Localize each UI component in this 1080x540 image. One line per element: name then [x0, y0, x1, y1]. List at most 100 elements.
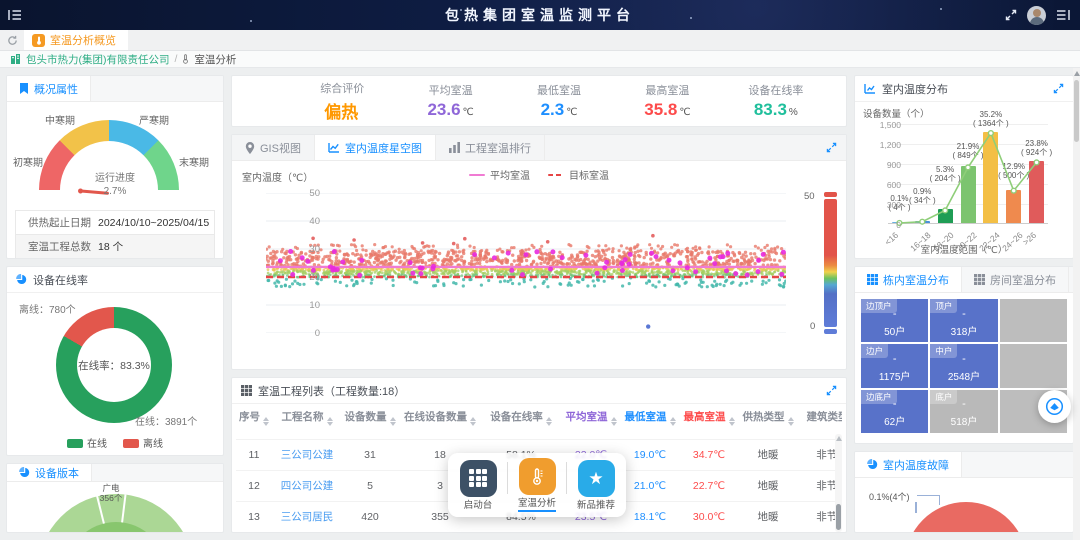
fullscreen-icon[interactable] — [1005, 9, 1017, 21]
tab-gis-view[interactable]: GIS视图 — [232, 135, 315, 160]
table-title: 室温工程列表（工程数量:18） — [258, 383, 405, 399]
stat-min-temp: 最低室温 2.3℃ — [505, 76, 613, 126]
version-sunburst: 广电 356个 — [7, 482, 223, 532]
online-rate-text: 在线率：83.3% — [78, 358, 150, 373]
heating-period-gauge: 初寒期 中寒期 严寒期 末寒期 运行进度 2.7% — [7, 110, 223, 206]
version-slice-label: 广电 356个 — [81, 484, 141, 503]
column-header-8[interactable]: 供热类型 — [740, 404, 796, 430]
online-legend: 在线 离线 — [7, 433, 223, 456]
fault-pie-chart: 0.1%(4个) — [855, 478, 1073, 532]
tab-room-temp-overview[interactable]: 室温分析概览 — [24, 30, 128, 50]
stat-avg-temp: 平均室温 23.6℃ — [396, 76, 504, 126]
legend-offline[interactable]: 离线 — [123, 435, 163, 450]
breadcrumb-company[interactable]: 包头市热力(集团)有限责任公司 — [26, 52, 170, 67]
house-cell-边底户[interactable]: 边底户-62户 — [861, 390, 928, 433]
star-chart-panel: GIS视图 室内温度星空图 工程室温排行 室内温度（℃） 平均室温 — [231, 134, 847, 370]
column-header-3[interactable]: 在线设备数量 — [398, 404, 482, 430]
tab-overview-props[interactable]: 概况属性 — [7, 76, 91, 101]
star-icon: ★ — [588, 470, 603, 487]
tab-room-dist[interactable]: 房间室温分布 — [962, 267, 1069, 292]
breadcrumb-page: 室温分析 — [194, 52, 236, 67]
sidebar-toggle-icon[interactable] — [1056, 9, 1070, 21]
dock-new-products[interactable]: ★ 新品推荐 — [571, 460, 621, 511]
project-name-link[interactable]: 二公司居民 — [272, 430, 342, 439]
dist-bar-24~26[interactable] — [1006, 190, 1021, 223]
app-header: 包热集团室温监测平台 — [0, 0, 1080, 30]
house-cell-empty — [1000, 299, 1067, 342]
column-header-0[interactable]: 序号 — [236, 404, 272, 430]
project-name-link[interactable]: 三公司公建 — [272, 439, 342, 470]
user-avatar[interactable] — [1027, 6, 1046, 25]
pie-icon — [16, 274, 27, 285]
table-scrollbar[interactable] — [835, 434, 842, 532]
page-scrollbar[interactable] — [1073, 68, 1080, 540]
temperature-colorbar[interactable] — [824, 199, 837, 327]
legend-target-temp[interactable]: 目标室温 — [548, 167, 609, 182]
tab-star-chart[interactable]: 室内温度星空图 — [315, 135, 436, 160]
expand-icon[interactable] — [826, 385, 837, 396]
column-header-1[interactable]: 工程名称 — [272, 404, 342, 430]
indoor-temp-scatter-chart: 室内温度（℃） 平均室温 目标室温 50403020100 50 0 — [232, 161, 846, 369]
expand-icon[interactable] — [826, 142, 846, 153]
fault-slice-label: 0.1%(4个) — [869, 490, 910, 503]
online-rate-donut: 在线率：83.3% — [56, 307, 172, 423]
scatter-legend: 平均室温 目标室温 — [232, 167, 846, 182]
overview-panel: 概况属性 初寒期 中寒期 严寒期 末寒期 运行进度 2.7% 供热起止日期202… — [6, 75, 224, 259]
house-cell-中户[interactable]: 中户-2548户 — [930, 344, 997, 387]
column-header-5[interactable]: 平均室温 — [560, 404, 622, 430]
table-row[interactable]: 10二公司居民33129187.9%23.0℃19.5℃31.0℃地暖非节能 — [236, 430, 842, 439]
expand-icon[interactable] — [1053, 83, 1064, 94]
tab-device-version[interactable]: 设备版本 — [7, 464, 92, 481]
open-tabs-bar: 室温分析概览 — [0, 30, 1080, 51]
dist-bar-16~18[interactable] — [915, 221, 930, 223]
house-position-grid: 边顶户-50户顶户-318户边户-1175户中户-2548户边底户-62户底户-… — [855, 293, 1073, 439]
stat-max-temp: 最高室温 35.8℃ — [613, 76, 721, 126]
column-header-4[interactable]: 设备在线率 — [482, 404, 560, 430]
progress-label: 运行进度 — [7, 172, 223, 185]
thermometer-icon — [32, 34, 45, 47]
table-icon — [241, 385, 252, 396]
dist-bar-18~20[interactable] — [938, 209, 953, 223]
legend-avg-temp[interactable]: 平均室温 — [469, 167, 530, 182]
house-cell-边顶户[interactable]: 边顶户-50户 — [861, 299, 928, 342]
offline-count-label: 离线：780个 — [19, 301, 76, 316]
dist-bar-20~22[interactable] — [961, 166, 976, 223]
page-title: 包热集团室温监测平台 — [0, 5, 1080, 25]
house-cell-边户[interactable]: 边户-1175户 — [861, 344, 928, 387]
house-cell-empty — [1000, 344, 1067, 387]
stat-evaluation: 综合评价 偏热 — [288, 76, 396, 126]
overview-info-table: 供热起止日期2024/10/10~2025/04/15 室温工程总数18 个 温… — [15, 210, 215, 259]
column-header-9[interactable]: 建筑类型 — [796, 404, 842, 430]
project-name-link[interactable]: 三公司居民 — [272, 501, 342, 532]
dock-room-temp-analysis[interactable]: 室温分析 — [512, 458, 562, 512]
device-version-panel: 设备版本 广电 356个 — [6, 463, 224, 533]
column-header-7[interactable]: 最高室温 — [678, 404, 740, 430]
dock-launchpad[interactable]: 启动台 — [453, 460, 503, 511]
column-header-6[interactable]: 最低室温 — [622, 404, 678, 430]
app-dock: 启动台 室温分析 ★ 新品推荐 — [448, 453, 626, 517]
breadcrumb: 包头市热力(集团)有限责任公司 / 室温分析 — [0, 51, 1080, 68]
thermometer-icon — [529, 468, 545, 486]
dist-bar->26[interactable] — [1029, 161, 1044, 223]
project-name-link[interactable]: 四公司公建 — [272, 470, 342, 501]
online-count-label: 在线：3891个 — [135, 413, 197, 428]
stat-online-rate: 设备在线率 83.3% — [722, 76, 830, 126]
building-icon — [10, 54, 21, 64]
legend-online[interactable]: 在线 — [67, 435, 107, 450]
device-online-panel: 设备在线率 在线率：83.3% 离线：780个 在线：3891个 在线 离线 — [6, 266, 224, 456]
floating-service-button[interactable] — [1038, 390, 1071, 423]
bar-chart-icon — [864, 83, 876, 94]
house-cell-底户[interactable]: 底户-518户 — [930, 390, 997, 433]
right-column: 室内温度分布 设备数量（个） 0.1%( 4个 )0.9%( 34个 )5.3%… — [854, 75, 1074, 533]
temp-distribution-chart: 设备数量（个） 0.1%( 4个 )0.9%( 34个 )5.3%( 204个 … — [855, 102, 1073, 258]
summary-stats-bar: 综合评价 偏热 平均室温 23.6℃ 最低室温 2.3℃ 最高室温 35.8℃ … — [231, 75, 847, 127]
temp-distribution-panel: 室内温度分布 设备数量（个） 0.1%( 4个 )0.9%( 34个 )5.3%… — [854, 75, 1074, 259]
tab-temp-fault[interactable]: 室内温度故障 — [855, 452, 962, 477]
tab-temp-ranking[interactable]: 工程室温排行 — [436, 135, 545, 160]
progress-value: 2.7% — [7, 185, 223, 198]
refresh-icon[interactable] — [0, 30, 24, 50]
launchpad-grid-icon — [469, 469, 487, 487]
house-cell-顶户[interactable]: 顶户-318户 — [930, 299, 997, 342]
tab-building-dist[interactable]: 栋内室温分布 — [855, 267, 962, 292]
column-header-2[interactable]: 设备数量 — [342, 404, 398, 430]
